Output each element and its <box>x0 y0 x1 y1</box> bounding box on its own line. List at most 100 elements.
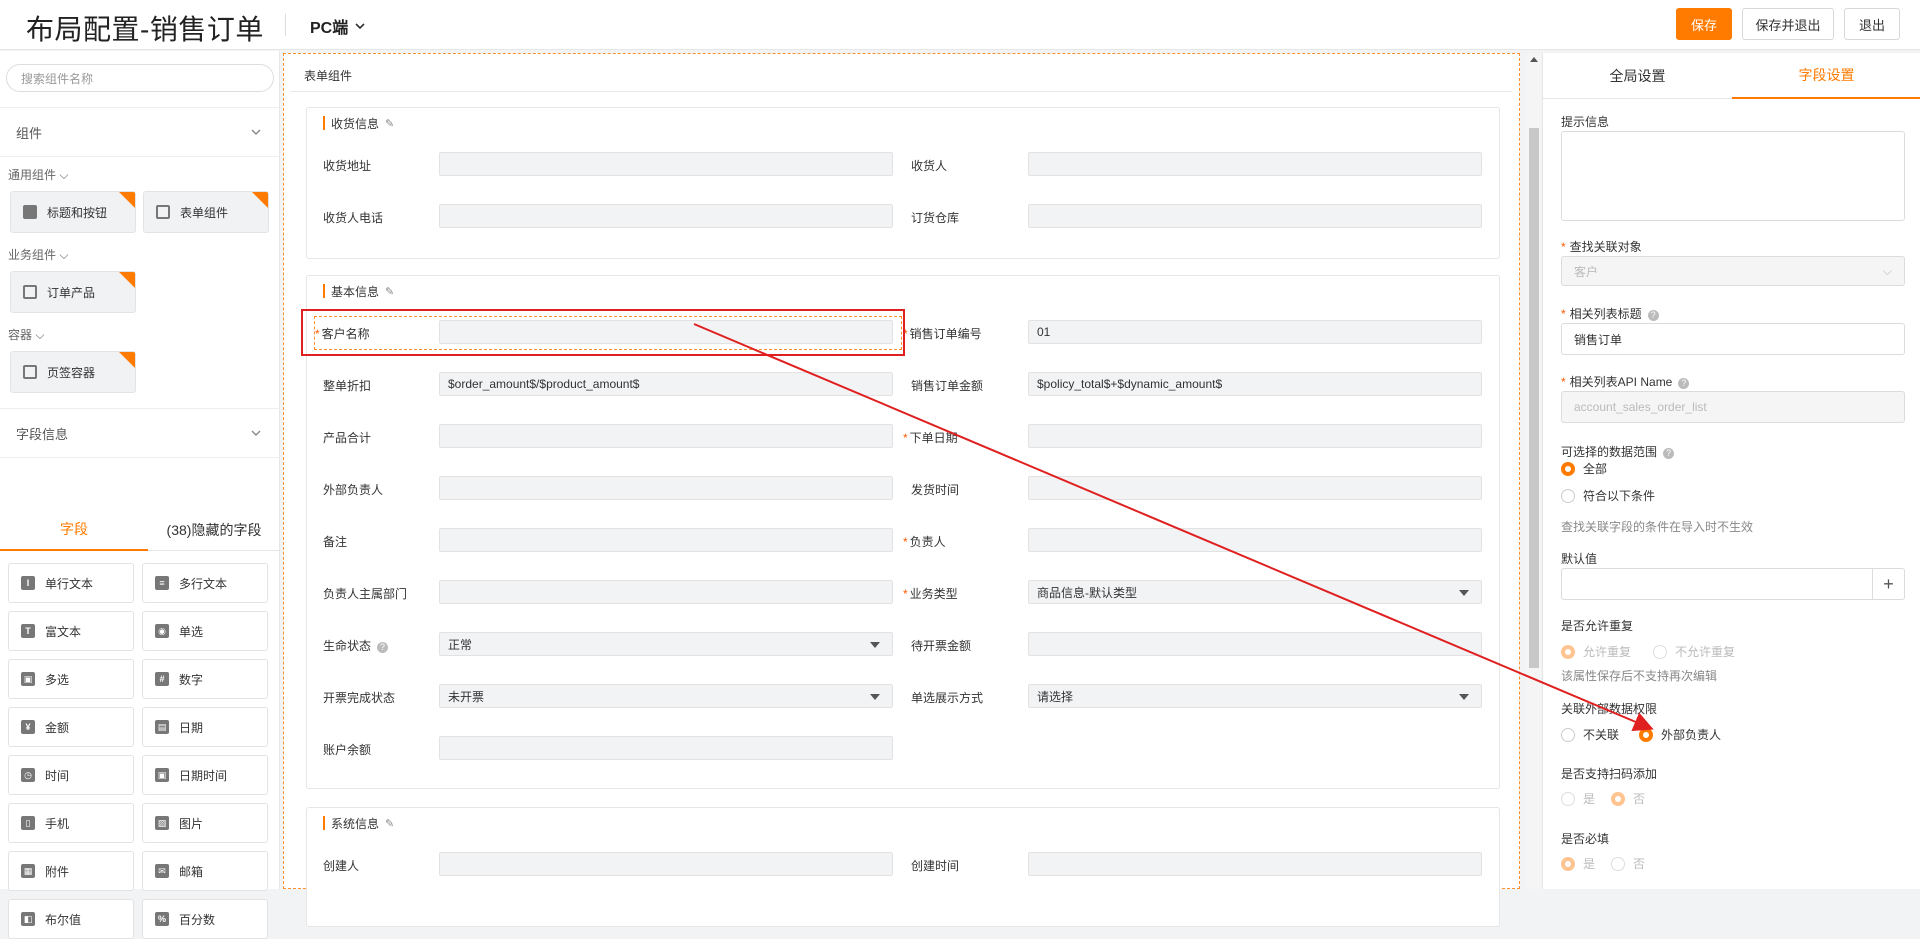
field-label: 创建人 <box>323 859 360 873</box>
list-title-input[interactable]: 销售订单 <box>1561 323 1905 355</box>
field-value: 01 <box>1037 325 1051 339</box>
field-select[interactable]: 请选择 <box>1028 684 1482 708</box>
container-components-group[interactable]: 容器 ⌵ <box>8 326 44 343</box>
field-value: 未开票 <box>448 689 485 704</box>
field-type-label: 多选 <box>45 672 70 687</box>
component-order-product[interactable]: 订单产品 <box>10 271 136 313</box>
component-title-buttons[interactable]: 标题和按钮 <box>10 191 136 233</box>
radio-label: 不关联 <box>1583 728 1620 742</box>
range-all-radio[interactable]: 全部 <box>1561 460 1607 477</box>
field-type-item[interactable]: ≡ 多行文本 <box>142 563 268 603</box>
field-input[interactable] <box>1028 204 1482 228</box>
help-icon[interactable]: ? <box>1678 378 1690 389</box>
edit-icon[interactable]: ✎ <box>385 117 394 130</box>
component-tab-container[interactable]: 页签容器 <box>10 351 136 393</box>
field-type-item[interactable]: ▯ 手机 <box>8 803 134 843</box>
help-icon[interactable]: ? <box>1647 310 1659 321</box>
field-select[interactable]: 正常 <box>439 632 893 656</box>
field-input[interactable] <box>1028 424 1482 448</box>
field-input[interactable] <box>1028 632 1482 656</box>
field-type-item[interactable]: % 百分数 <box>142 899 268 939</box>
field-label: 开票完成状态 <box>323 691 396 705</box>
field-input[interactable] <box>439 528 893 552</box>
components-section-header[interactable]: 组件 <box>0 107 280 157</box>
field-input[interactable] <box>439 152 893 176</box>
field-type-item[interactable]: ▨ 图片 <box>142 803 268 843</box>
scan-add-label: 是否支持扫码添加 <box>1561 767 1658 781</box>
platform-dropdown[interactable]: PC端 <box>310 14 366 38</box>
help-icon[interactable]: ? <box>1663 448 1675 459</box>
lookup-object-select[interactable]: 客户 ⌵ <box>1561 256 1905 286</box>
field-input[interactable] <box>1028 152 1482 176</box>
group-title[interactable]: 系统信息 ✎ <box>323 816 394 831</box>
save-exit-button[interactable]: 保存并退出 <box>1742 8 1834 40</box>
field-group[interactable]: 收货信息 ✎ 收货地址 收货人 收货人电话 订货仓库 <box>306 107 1500 259</box>
field-type-item[interactable]: ◧ 布尔值 <box>8 899 134 939</box>
field-input[interactable] <box>1028 528 1482 552</box>
field-type-item[interactable]: ¥ 金额 <box>8 707 134 747</box>
perm-owner-radio[interactable]: 外部负责人 <box>1639 726 1721 743</box>
field-input[interactable] <box>1028 476 1482 500</box>
scroll-up-icon[interactable] <box>1530 57 1538 62</box>
help-icon[interactable]: ? <box>377 642 389 653</box>
field-input[interactable] <box>439 852 893 876</box>
save-button[interactable]: 保存 <box>1676 8 1732 40</box>
form-component-header[interactable]: 表单组件 <box>290 60 1512 92</box>
scrollbar-thumb[interactable] <box>1529 128 1539 668</box>
component-form[interactable]: 表单组件 <box>143 191 269 233</box>
field-type-item[interactable]: I 单行文本 <box>8 563 134 603</box>
edit-icon[interactable]: ✎ <box>385 285 394 298</box>
field-select[interactable]: 未开票 <box>439 684 893 708</box>
exit-button[interactable]: 退出 <box>1844 8 1900 40</box>
field-label: * 销售订单编号 <box>903 327 982 341</box>
field-type-item[interactable]: ◉ 单选 <box>142 611 268 651</box>
field-type-item[interactable]: ◷ 时间 <box>8 755 134 795</box>
list-title-label: * 相关列表标题? <box>1561 305 1659 322</box>
default-value-input[interactable]: + <box>1561 568 1905 600</box>
field-type-item[interactable]: ▣ 多选 <box>8 659 134 699</box>
tab-global-settings[interactable]: 全局设置 <box>1543 53 1732 99</box>
common-components-group[interactable]: 通用组件 ⌵ <box>8 166 68 183</box>
field-input[interactable] <box>1028 852 1482 876</box>
field-input[interactable]: $order_amount$/$product_amount$ <box>439 372 893 396</box>
order-product-icon <box>23 285 37 299</box>
component-search-input[interactable]: 搜索组件名称 <box>6 64 274 92</box>
field-type-item[interactable]: T 富文本 <box>8 611 134 651</box>
tab-fields[interactable]: 字段 <box>0 509 148 551</box>
field-group[interactable]: 系统信息 ✎ 创建人 创建时间 <box>306 807 1500 927</box>
field-input[interactable] <box>439 424 893 448</box>
edit-icon[interactable]: ✎ <box>385 817 394 830</box>
tab-field-settings[interactable]: 字段设置 <box>1732 53 1920 99</box>
field-input[interactable] <box>439 204 893 228</box>
field-type-item[interactable]: ▣ 日期时间 <box>142 755 268 795</box>
field-input[interactable]: 01 <box>1028 320 1482 344</box>
add-icon[interactable]: + <box>1872 569 1904 599</box>
layout-canvas[interactable]: 表单组件 收货信息 ✎ 收货地址 收货人 收货人电话 订货仓库 基本信息 ✎ * 客户名称 * 销售订… <box>283 53 1520 927</box>
field-select[interactable]: 商品信息-默认类型 <box>1028 580 1482 604</box>
radio-label: 否 <box>1633 857 1646 871</box>
drag-corner-icon <box>119 192 135 208</box>
field-input[interactable] <box>439 736 893 760</box>
group-title[interactable]: 收货信息 ✎ <box>323 116 394 131</box>
perm-none-radio[interactable]: 不关联 <box>1561 726 1619 743</box>
field-label: 外部负责人 <box>323 483 384 497</box>
field-type-label: 邮箱 <box>179 864 204 879</box>
field-type-item[interactable]: ✉ 邮箱 <box>142 851 268 891</box>
group-title[interactable]: 基本信息 ✎ <box>323 284 394 299</box>
hint-textarea[interactable] <box>1561 131 1905 221</box>
field-section-label: 字段信息 <box>16 426 69 442</box>
field-input[interactable] <box>439 476 893 500</box>
api-name-input[interactable]: account_sales_order_list <box>1561 391 1905 423</box>
field-type-item[interactable]: # 数字 <box>142 659 268 699</box>
business-components-group[interactable]: 业务组件 ⌵ <box>8 246 68 263</box>
field-input[interactable] <box>439 580 893 604</box>
field-section-header[interactable]: 字段信息 <box>0 408 280 458</box>
canvas-scrollbar[interactable] <box>1527 53 1541 889</box>
field-input[interactable]: $policy_total$+$dynamic_amount$ <box>1028 372 1482 396</box>
field-type-item[interactable]: ▤ 日期 <box>142 707 268 747</box>
caret-down-icon <box>870 642 880 648</box>
range-condition-radio[interactable]: 符合以下条件 <box>1561 487 1655 504</box>
tab-hidden-fields[interactable]: (38)隐藏的字段 <box>148 509 280 551</box>
group-title-text: 收货信息 <box>331 116 380 131</box>
field-type-item[interactable]: ▦ 附件 <box>8 851 134 891</box>
